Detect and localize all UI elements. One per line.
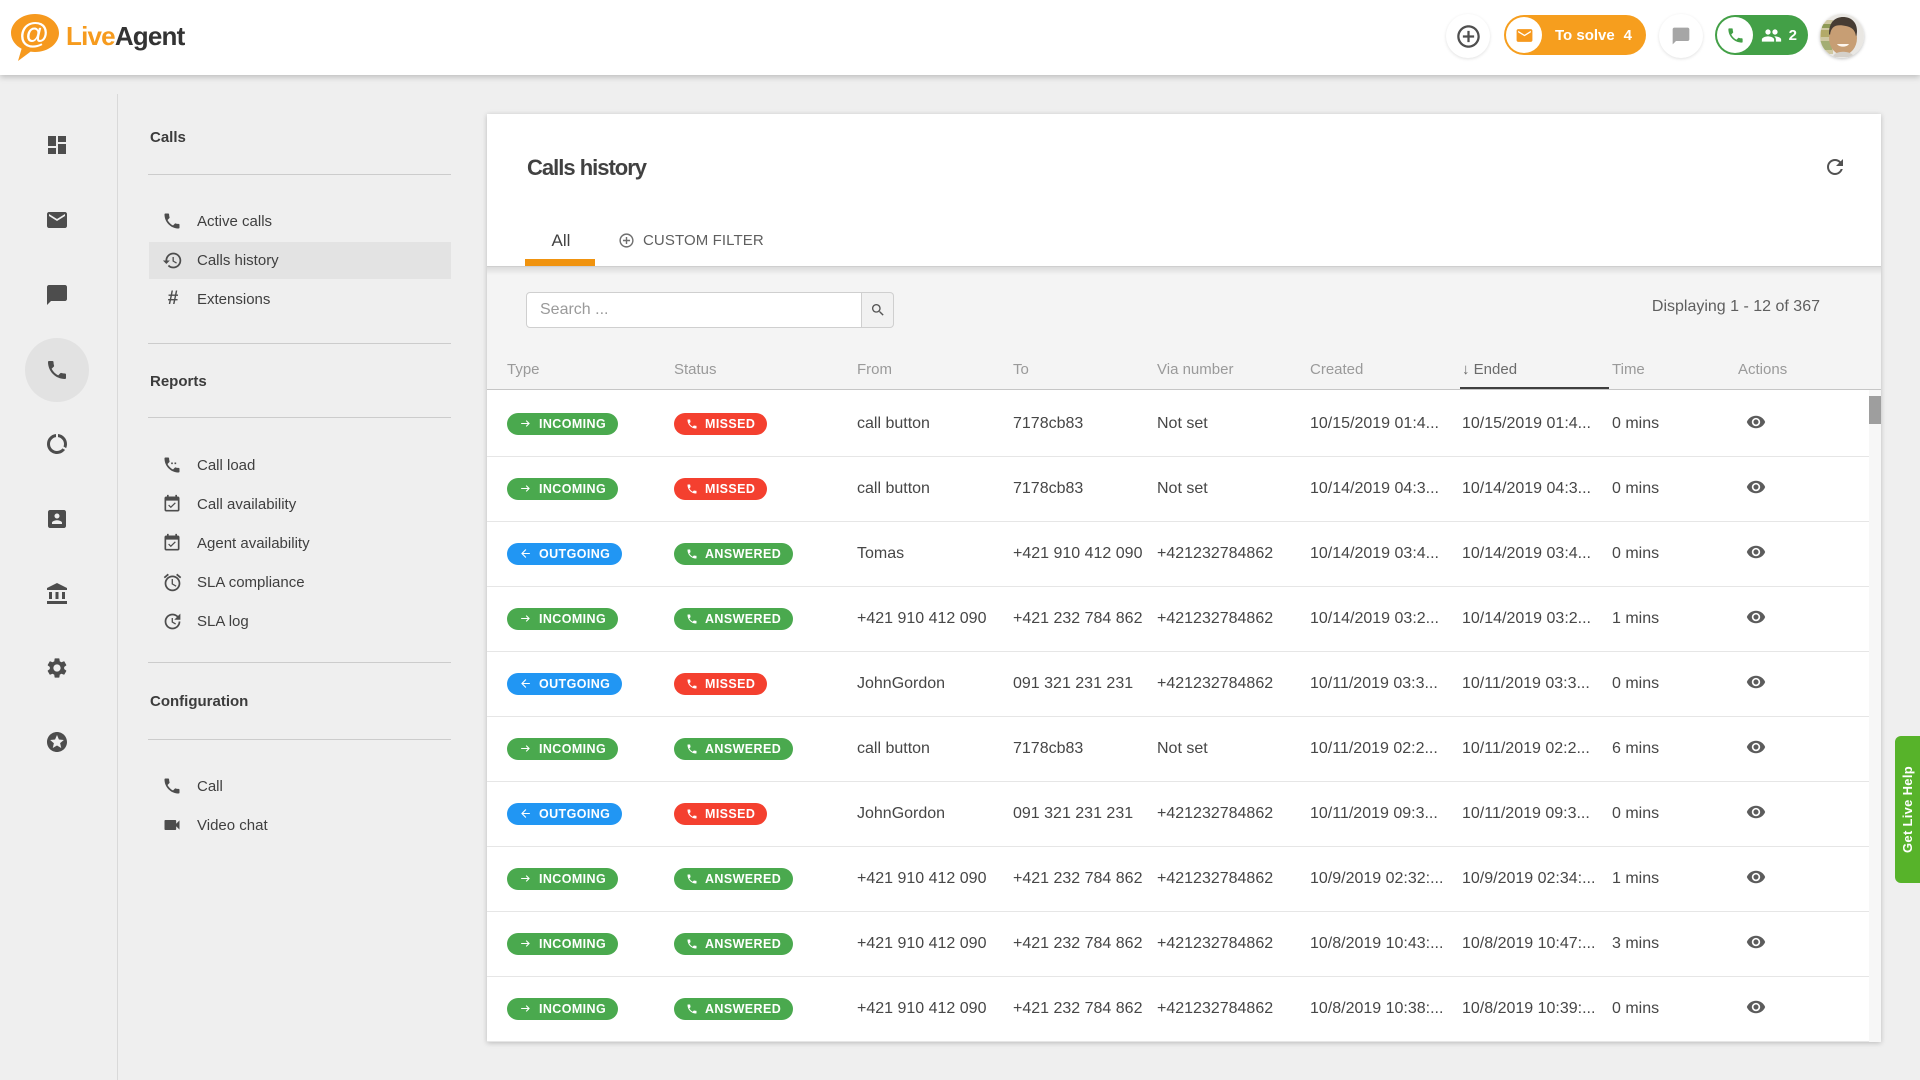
svg-text:@: @ [19,17,48,50]
